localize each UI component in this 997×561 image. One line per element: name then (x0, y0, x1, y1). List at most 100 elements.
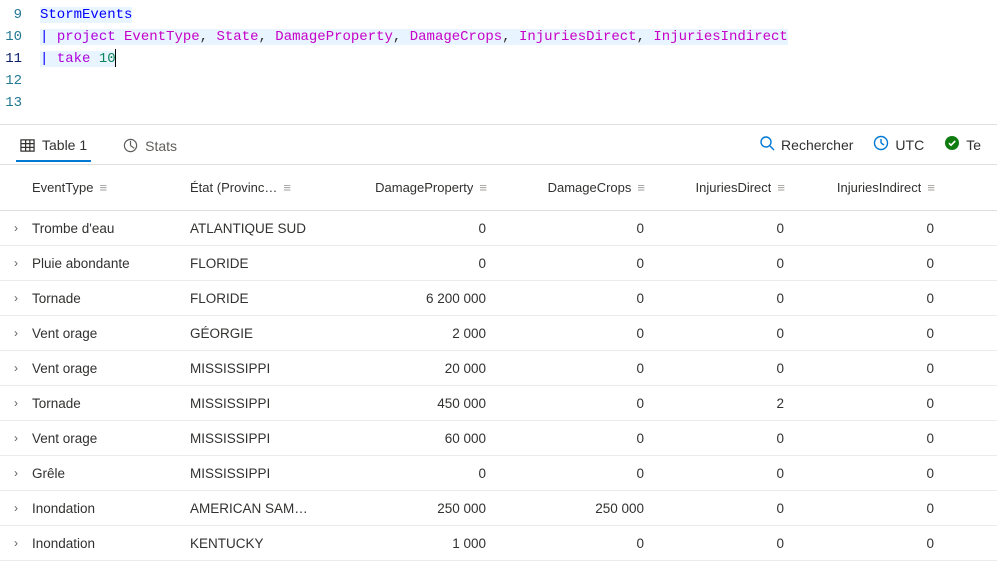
status-indicator[interactable]: Te (944, 135, 981, 154)
cell: 0 (492, 256, 650, 271)
table-row[interactable]: ›Trombe d'eauATLANTIQUE SUD0000 (0, 211, 997, 246)
expand-row-icon[interactable]: › (6, 256, 26, 270)
cell: 0 (790, 466, 940, 481)
search-label: Rechercher (781, 137, 853, 153)
column-menu-icon[interactable]: ≡ (927, 180, 934, 195)
column-menu-icon[interactable]: ≡ (283, 180, 290, 195)
column-menu-icon[interactable]: ≡ (777, 180, 784, 195)
column-header[interactable]: État (Provinc… ≡ (184, 180, 332, 195)
column-menu-icon[interactable]: ≡ (99, 180, 106, 195)
cell: 0 (492, 291, 650, 306)
cell: 0 (650, 466, 790, 481)
tab-stats-label: Stats (145, 138, 177, 154)
code-line[interactable]: | project EventType, State, DamageProper… (40, 26, 997, 48)
expand-row-icon[interactable]: › (6, 221, 26, 235)
expand-row-icon[interactable]: › (6, 501, 26, 515)
cell: 0 (650, 536, 790, 551)
cell: 0 (492, 361, 650, 376)
cell: 0 (650, 326, 790, 341)
cell: Tornade (26, 291, 184, 306)
cell: 60 000 (332, 431, 492, 446)
cell: ATLANTIQUE SUD (184, 221, 332, 236)
column-name: DamageCrops (548, 180, 632, 195)
results-grid: EventType≡État (Provinc…≡DamageProperty≡… (0, 165, 997, 561)
cell: AMERICAN SAM… (184, 501, 332, 516)
cell: Vent orage (26, 431, 184, 446)
column-name: EventType (32, 180, 93, 195)
table-row[interactable]: ›Vent orageMISSISSIPPI20 000000 (0, 351, 997, 386)
column-menu-icon[interactable]: ≡ (637, 180, 644, 195)
cell: 6 200 000 (332, 291, 492, 306)
column-name: État (Provinc… (190, 180, 277, 195)
expand-row-icon[interactable]: › (6, 536, 26, 550)
cell: 0 (650, 361, 790, 376)
table-row[interactable]: ›InondationKENTUCKY1 000000 (0, 526, 997, 561)
cell: 0 (790, 256, 940, 271)
code-line[interactable] (40, 70, 997, 92)
cell: 0 (332, 466, 492, 481)
cell: 0 (332, 221, 492, 236)
cell: Trombe d'eau (26, 221, 184, 236)
line-number: 12 (0, 70, 40, 92)
cell: 0 (650, 501, 790, 516)
cell: GÉORGIE (184, 326, 332, 341)
cell: 0 (650, 221, 790, 236)
expand-row-icon[interactable]: › (6, 431, 26, 445)
cell: Tornade (26, 396, 184, 411)
query-editor[interactable]: 9StormEvents10| project EventType, State… (0, 0, 997, 124)
column-header[interactable]: InjuriesIndirect ≡ (790, 180, 940, 195)
check-circle-icon (944, 135, 960, 154)
column-header[interactable]: InjuriesDirect ≡ (650, 180, 790, 195)
code-line[interactable] (40, 92, 997, 114)
column-header[interactable]: DamageCrops ≡ (492, 180, 650, 195)
line-number: 10 (0, 26, 40, 48)
cell: 2 000 (332, 326, 492, 341)
cell: 0 (492, 536, 650, 551)
cell: FLORIDE (184, 256, 332, 271)
cell: 0 (790, 326, 940, 341)
expand-row-icon[interactable]: › (6, 396, 26, 410)
search-button[interactable]: Rechercher (759, 135, 853, 154)
cell: 0 (790, 221, 940, 236)
status-label: Te (966, 137, 981, 153)
table-row[interactable]: ›Vent orageMISSISSIPPI60 000000 (0, 421, 997, 456)
expand-row-icon[interactable]: › (6, 361, 26, 375)
timezone-label: UTC (895, 137, 924, 153)
table-row[interactable]: ›TornadeMISSISSIPPI450 000020 (0, 386, 997, 421)
expand-row-icon[interactable]: › (6, 326, 26, 340)
cell: 2 (650, 396, 790, 411)
cell: 1 000 (332, 536, 492, 551)
cell: MISSISSIPPI (184, 466, 332, 481)
code-line[interactable]: StormEvents (40, 4, 997, 26)
cell: 0 (492, 466, 650, 481)
column-name: InjuriesDirect (696, 180, 772, 195)
clock-icon (873, 135, 889, 154)
table-row[interactable]: ›Vent orageGÉORGIE2 000000 (0, 316, 997, 351)
tab-stats[interactable]: Stats (119, 128, 181, 162)
code-line[interactable]: | take 10 (40, 48, 997, 70)
line-number: 13 (0, 92, 40, 114)
column-header[interactable]: EventType ≡ (26, 180, 184, 195)
cell: Grêle (26, 466, 184, 481)
table-row[interactable]: ›Pluie abondanteFLORIDE0000 (0, 246, 997, 281)
column-menu-icon[interactable]: ≡ (479, 180, 486, 195)
search-icon (759, 135, 775, 154)
cell: 0 (332, 256, 492, 271)
expand-row-icon[interactable]: › (6, 466, 26, 480)
table-row[interactable]: ›GrêleMISSISSIPPI0000 (0, 456, 997, 491)
column-header[interactable]: DamageProperty≡ (332, 180, 492, 195)
cell: Inondation (26, 501, 184, 516)
cell: 0 (790, 291, 940, 306)
table-row[interactable]: ›InondationAMERICAN SAM…250 000250 00000 (0, 491, 997, 526)
tab-table[interactable]: Table 1 (16, 127, 91, 162)
column-name: InjuriesIndirect (837, 180, 922, 195)
tab-table-label: Table 1 (42, 137, 87, 153)
table-row[interactable]: ›TornadeFLORIDE6 200 000000 (0, 281, 997, 316)
cell: 0 (790, 536, 940, 551)
cell: 0 (650, 431, 790, 446)
expand-row-icon[interactable]: › (6, 291, 26, 305)
cell: 0 (790, 431, 940, 446)
timezone-button[interactable]: UTC (873, 135, 924, 154)
cell: 0 (650, 256, 790, 271)
cell: 450 000 (332, 396, 492, 411)
